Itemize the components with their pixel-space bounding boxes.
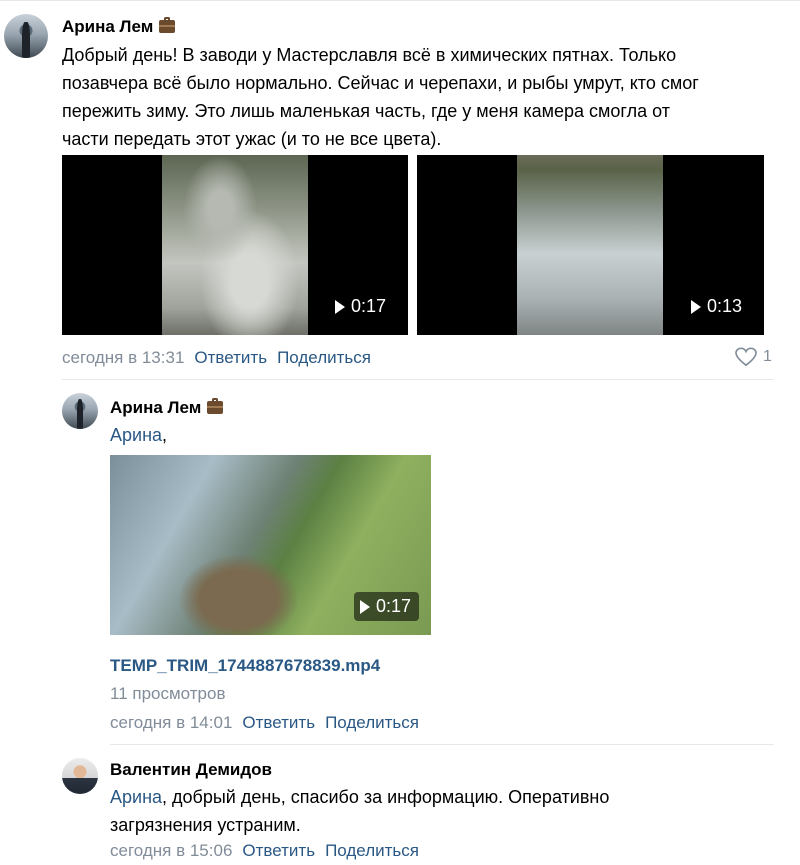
duration-label: 0:17 [350, 296, 386, 316]
duration-label: 0:17 [375, 596, 411, 616]
comment-text: Арина, [110, 421, 167, 449]
likes-count: 1 [763, 348, 772, 365]
post-text-line: части передать этот ужас (и то не все цв… [62, 129, 442, 149]
play-icon [690, 299, 701, 314]
share-button[interactable]: Поделиться [325, 841, 419, 860]
video-duration: 0:13 [685, 292, 750, 321]
avatar[interactable] [4, 14, 48, 58]
reply-button[interactable]: Ответить [242, 841, 315, 860]
comment-author[interactable]: Арина Лем [110, 398, 224, 418]
mention-link[interactable]: Арина [110, 787, 162, 807]
reply-button[interactable]: Ответить [242, 713, 315, 732]
comment-text-line: Арина, добрый день, спасибо за информаци… [110, 783, 790, 811]
video-frame [162, 155, 308, 335]
post-text-line: позавчера всё было нормально. Сейчас и ч… [62, 73, 699, 93]
briefcase-icon [207, 398, 224, 414]
video-duration: 0:17 [329, 292, 394, 321]
post-text-line: пережить зиму. Это лишь маленькая часть,… [62, 101, 670, 121]
comment-meta: сегодня в 15:06 Ответить Поделиться [110, 841, 419, 861]
video-duration: 0:17 [353, 592, 419, 621]
video-thumbnail[interactable]: 0:13 [417, 155, 764, 335]
author-name[interactable]: Арина Лем [110, 398, 201, 417]
play-icon [334, 299, 345, 314]
divider [110, 744, 774, 745]
comment-text-rest: , добрый день, спасибо за информацию. Оп… [162, 787, 610, 807]
comment-time[interactable]: сегодня в 14:01 [110, 713, 232, 732]
top-divider [0, 0, 800, 1]
view-count: 11 просмотров [110, 684, 226, 703]
comment-text-rest: , [162, 425, 168, 445]
comment-text: Арина, добрый день, спасибо за информаци… [110, 783, 790, 839]
avatar[interactable] [62, 758, 98, 794]
divider [62, 379, 774, 380]
like-button[interactable]: 1 [735, 347, 772, 367]
video-thumbnail[interactable]: 0:17 [62, 155, 408, 335]
post-text: Добрый день! В заводи у Мастерславля всё… [62, 41, 792, 153]
mention-link[interactable]: Арина [110, 425, 162, 445]
author-name[interactable]: Валентин Демидов [110, 760, 272, 779]
video-file-link[interactable]: TEMP_TRIM_1744887678839.mp4 [110, 656, 380, 676]
share-button[interactable]: Поделиться [277, 348, 371, 367]
video-frame [517, 155, 663, 335]
post-time[interactable]: сегодня в 13:31 [62, 348, 184, 367]
comment-author[interactable]: Валентин Демидов [110, 760, 272, 780]
post-text-line: Добрый день! В заводи у Мастерславля всё… [62, 45, 677, 65]
reply-button[interactable]: Ответить [194, 348, 267, 367]
comment-meta: сегодня в 14:01 Ответить Поделиться [110, 713, 419, 733]
duration-label: 0:13 [706, 296, 742, 316]
play-icon [359, 599, 370, 614]
post-meta: сегодня в 13:31 Ответить Поделиться [62, 348, 371, 368]
briefcase-icon [159, 17, 176, 33]
avatar[interactable] [62, 393, 98, 429]
heart-icon [735, 347, 757, 367]
post-author[interactable]: Арина Лем [62, 17, 176, 37]
comment-time[interactable]: сегодня в 15:06 [110, 841, 232, 860]
share-button[interactable]: Поделиться [325, 713, 419, 732]
author-name[interactable]: Арина Лем [62, 17, 153, 36]
video-thumbnail[interactable]: 0:17 [110, 455, 431, 635]
comment-text-line: загрязнения устраним. [110, 815, 301, 835]
